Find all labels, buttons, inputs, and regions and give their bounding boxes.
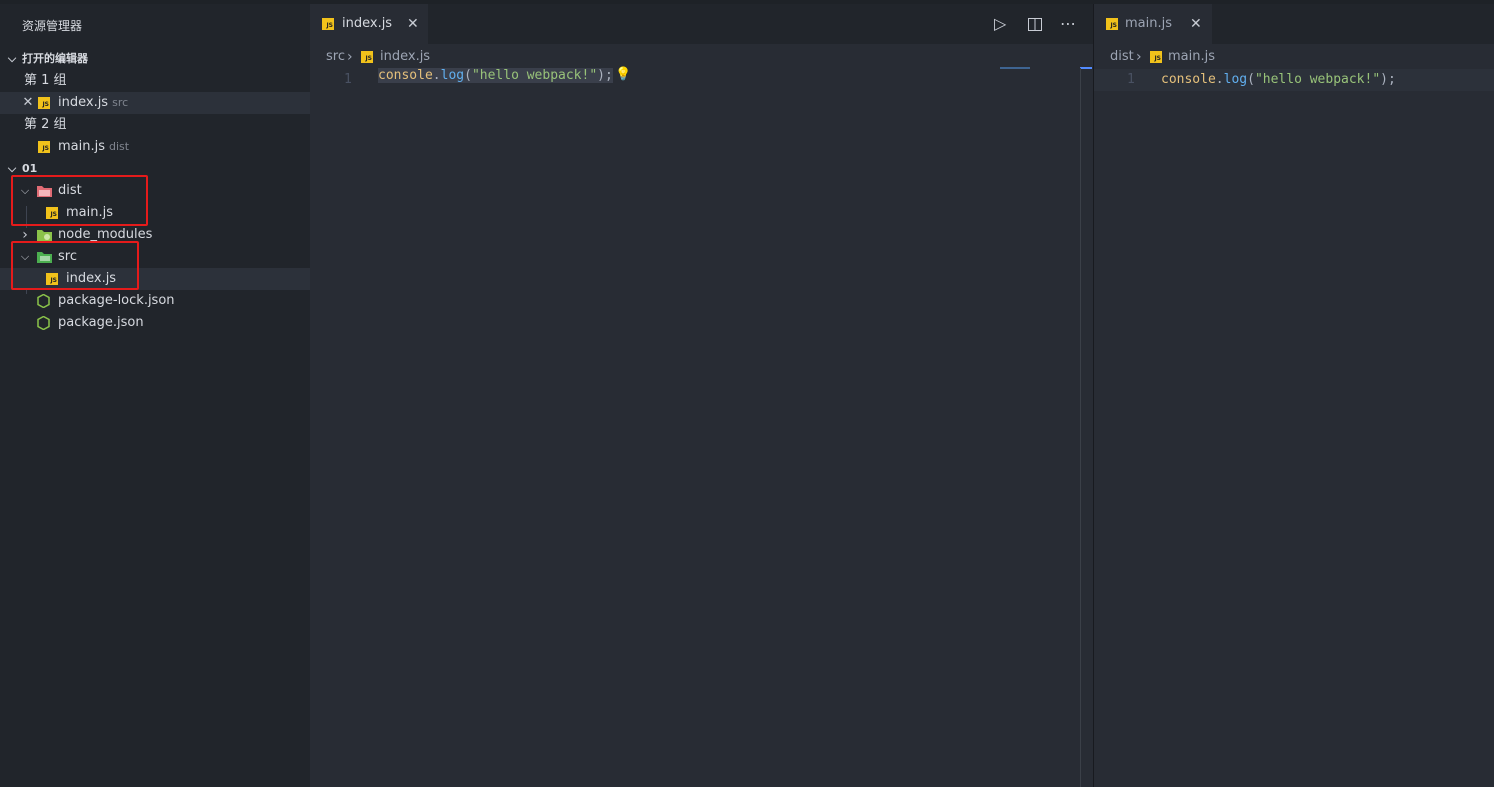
split-editor-icon[interactable] <box>1028 18 1042 31</box>
editor-group-1-label: 第 1 组 <box>24 73 67 88</box>
open-editor-main-js[interactable]: JS main.js dist <box>0 136 310 158</box>
tab-main-js[interactable]: JS main.js ✕ <box>1094 4 1212 44</box>
open-editor-index-js[interactable]: ✕ JS index.js src <box>0 92 310 114</box>
folder-node-icon <box>37 230 52 241</box>
chevron-right-icon: › <box>347 49 353 65</box>
editor-group-2: JS main.js ✕ dist › JS main.js 1 console… <box>1094 4 1494 787</box>
tree-file-package-json[interactable]: package.json <box>0 312 310 334</box>
js-file-icon: JS <box>322 18 334 30</box>
nodejs-file-icon <box>37 316 50 330</box>
breadcrumb: dist › JS main.js <box>1110 46 1215 68</box>
breadcrumb: src › JS index.js <box>326 46 430 68</box>
scrollbar-thumb[interactable] <box>1080 67 1092 69</box>
run-icon[interactable]: ▷ <box>994 14 1006 33</box>
chevron-right-icon: › <box>1136 49 1142 65</box>
editor-group-1: JS index.js ✕ ▷ ⋯ src › JS index.js 1 co… <box>310 4 1093 787</box>
code-line-1[interactable]: console.log("hello webpack!"); <box>1161 69 1396 91</box>
breadcrumb-folder[interactable]: src <box>326 49 345 64</box>
minimap-indicator <box>1000 67 1030 69</box>
open-editors-header[interactable]: ⌵ 打开的编辑器 <box>0 48 310 70</box>
lightbulb-icon[interactable]: 💡 <box>615 67 631 82</box>
line-number: 1 <box>344 72 352 87</box>
js-file-icon: JS <box>1150 51 1162 63</box>
js-file-icon: JS <box>38 141 50 153</box>
breadcrumb-file[interactable]: main.js <box>1168 46 1215 68</box>
js-file-icon: JS <box>38 97 50 109</box>
chevron-down-icon: ⌵ <box>7 52 17 65</box>
tab-index-js[interactable]: JS index.js ✕ <box>310 4 428 44</box>
editor-group-2-label: 第 2 组 <box>24 117 67 132</box>
breadcrumb-folder[interactable]: dist <box>1110 49 1134 64</box>
close-tab-icon[interactable]: ✕ <box>1190 4 1202 44</box>
js-file-icon: JS <box>361 51 373 63</box>
vertical-scrollbar[interactable] <box>1080 68 1081 787</box>
more-actions-icon[interactable]: ⋯ <box>1060 14 1076 33</box>
tree-file-package-lock-json[interactable]: package-lock.json <box>0 290 310 312</box>
highlight-box-dist <box>11 175 148 226</box>
js-file-icon: JS <box>1106 18 1118 30</box>
tab-bar: JS index.js ✕ ▷ ⋯ <box>310 4 1093 44</box>
close-tab-icon[interactable]: ✕ <box>407 4 419 44</box>
explorer-sidebar: 资源管理器 ⌵ 打开的编辑器 第 1 组 ✕ JS index.js src 第 … <box>0 4 310 787</box>
nodejs-file-icon <box>37 294 50 308</box>
tab-bar: JS main.js ✕ <box>1094 4 1494 44</box>
close-icon[interactable]: ✕ <box>21 92 35 114</box>
explorer-title: 资源管理器 <box>22 19 83 33</box>
code-line-1[interactable]: console.log("hello webpack!"); <box>378 65 613 87</box>
highlight-box-src <box>11 241 139 290</box>
line-number: 1 <box>1127 72 1135 87</box>
